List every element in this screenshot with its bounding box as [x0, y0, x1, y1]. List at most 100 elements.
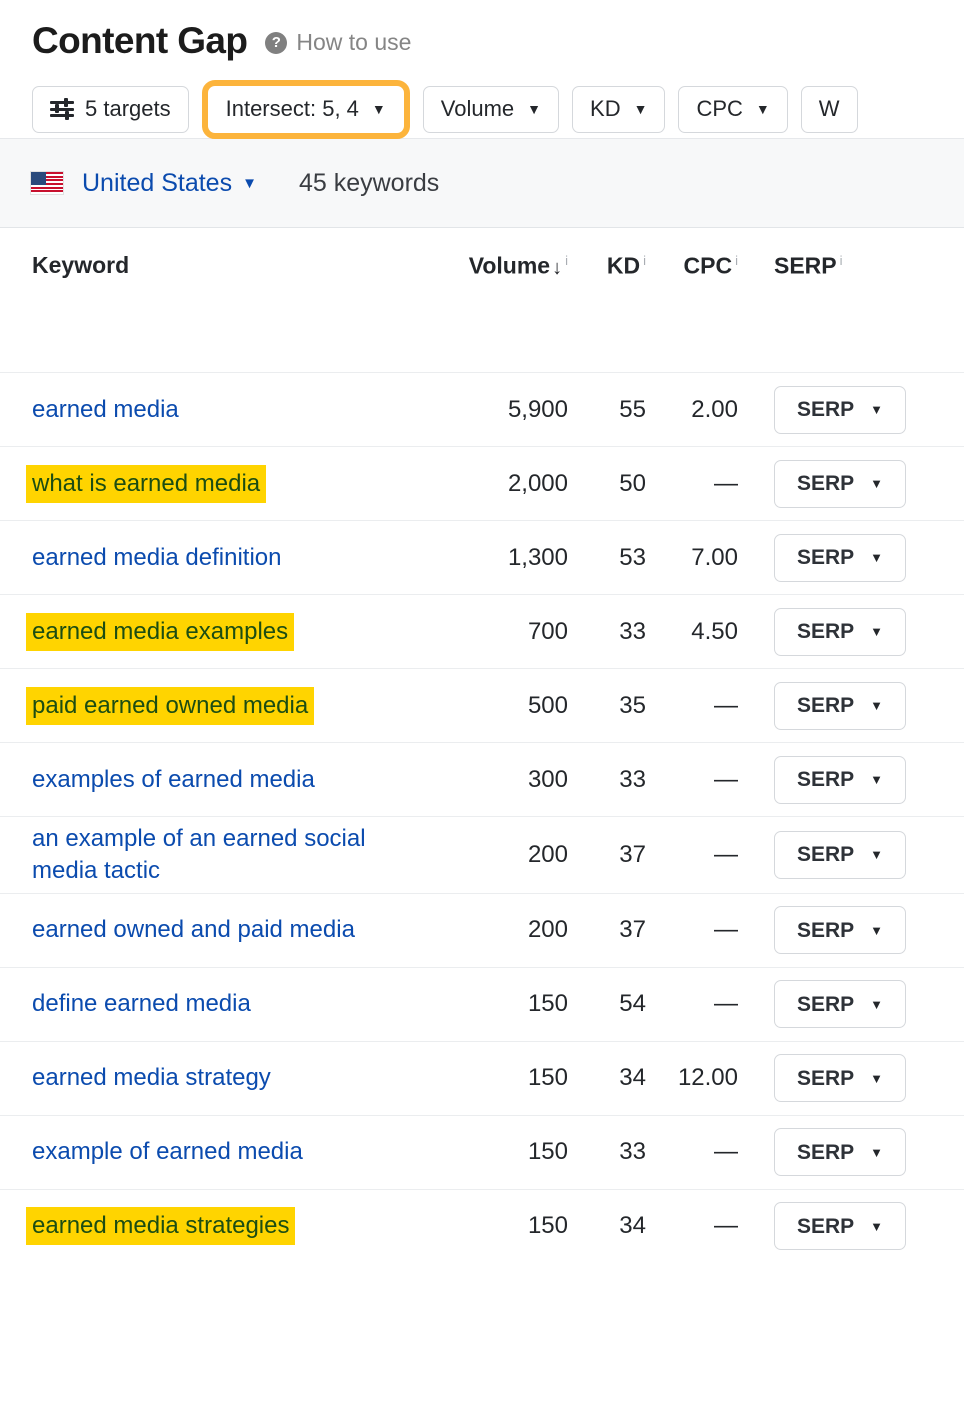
cpc-value: — — [646, 1140, 738, 1164]
serp-dropdown-button[interactable]: SERP▼ — [774, 831, 906, 879]
chevron-down-icon: ▼ — [870, 699, 883, 712]
kd-value: 33 — [568, 768, 646, 792]
table-row: earned media strategy1503412.00SERP▼ — [0, 1041, 964, 1115]
country-selector[interactable]: United States — [82, 171, 232, 196]
info-icon[interactable]: i — [840, 253, 843, 268]
cpc-filter-label: CPC — [696, 98, 742, 120]
serp-button-label: SERP — [797, 994, 854, 1015]
targets-button[interactable]: 5 targets — [32, 86, 189, 133]
cpc-value: — — [646, 992, 738, 1016]
keywords-table: Keyword Volume↓i KDi CPCi SERPi earned m… — [0, 228, 964, 1263]
cpc-value: 4.50 — [646, 620, 738, 644]
table-header-row: Keyword Volume↓i KDi CPCi SERPi — [0, 228, 964, 372]
keyword-link-highlighted[interactable]: earned media examples — [26, 613, 294, 651]
keyword-cell: earned owned and paid media — [0, 914, 410, 946]
keyword-cell: earned media — [0, 394, 410, 426]
kd-value: 55 — [568, 398, 646, 422]
kd-value: 34 — [568, 1214, 646, 1238]
kd-value: 35 — [568, 694, 646, 718]
keyword-link[interactable]: an example of an earned social media tac… — [32, 825, 366, 884]
chevron-down-icon: ▼ — [870, 1072, 883, 1085]
targets-button-label: 5 targets — [85, 98, 171, 120]
serp-dropdown-button[interactable]: SERP▼ — [774, 608, 906, 656]
kd-value: 37 — [568, 918, 646, 942]
keyword-link-highlighted[interactable]: what is earned media — [26, 465, 266, 503]
kd-value: 37 — [568, 843, 646, 867]
serp-cell: SERP▼ — [738, 460, 926, 508]
serp-dropdown-button[interactable]: SERP▼ — [774, 460, 906, 508]
truncated-filter-dropdown[interactable]: W — [801, 86, 858, 133]
serp-cell: SERP▼ — [738, 386, 926, 434]
kd-filter-dropdown[interactable]: KD ▼ — [572, 86, 665, 133]
keyword-link[interactable]: example of earned media — [32, 1138, 303, 1165]
keyword-link-highlighted[interactable]: earned media strategies — [26, 1207, 295, 1245]
volume-value: 150 — [410, 1066, 568, 1090]
chevron-down-icon: ▼ — [870, 998, 883, 1011]
intersect-dropdown[interactable]: Intersect: 5, 4 ▼ — [208, 86, 404, 133]
serp-cell: SERP ▼ — [738, 1128, 926, 1176]
chevron-down-icon: ▼ — [870, 848, 883, 861]
keyword-link[interactable]: earned media — [32, 396, 179, 423]
serp-dropdown-button[interactable]: SERP▼ — [774, 1202, 906, 1250]
cpc-value: — — [646, 768, 738, 792]
column-header-serp[interactable]: SERPi — [738, 254, 926, 278]
column-header-serp-label: SERP — [774, 253, 837, 279]
serp-button-label: SERP — [797, 1216, 854, 1237]
keyword-link-highlighted[interactable]: paid earned owned media — [26, 687, 314, 725]
column-header-keyword[interactable]: Keyword — [0, 254, 410, 277]
us-flag-icon — [30, 171, 64, 195]
chevron-down-icon: ▼ — [870, 1146, 883, 1159]
column-header-volume[interactable]: Volume↓i — [410, 254, 568, 278]
chevron-down-icon: ▼ — [870, 477, 883, 490]
keyword-cell: what is earned media — [0, 468, 410, 500]
table-row: earned media definition1,300537.00SERP▼ — [0, 520, 964, 594]
keyword-cell: examples of earned media — [0, 764, 410, 796]
serp-dropdown-button[interactable]: SERP ▼ — [774, 682, 906, 730]
serp-button-label: SERP — [797, 695, 854, 716]
volume-value: 150 — [410, 1214, 568, 1238]
keyword-link[interactable]: earned media strategy — [32, 1064, 271, 1091]
serp-dropdown-button[interactable]: SERP ▼ — [774, 980, 906, 1028]
keyword-link[interactable]: earned media definition — [32, 544, 282, 571]
keyword-link[interactable]: define earned media — [32, 990, 251, 1017]
table-row: earned media examples700334.50SERP▼ — [0, 594, 964, 668]
serp-dropdown-button[interactable]: SERP▼ — [774, 756, 906, 804]
table-row: an example of an earned social media tac… — [0, 816, 964, 893]
volume-value: 200 — [410, 843, 568, 867]
table-row: paid earned owned media50035—SERP▼ — [0, 668, 964, 742]
keyword-cell: example of earned media — [0, 1136, 410, 1168]
serp-cell: SERP▼ — [738, 906, 926, 954]
serp-button-label: SERP — [797, 1142, 854, 1163]
keyword-link[interactable]: earned owned and paid media — [32, 916, 355, 943]
how-to-use-link[interactable]: ? How to use — [265, 31, 411, 54]
chevron-down-icon: ▼ — [527, 102, 541, 116]
serp-dropdown-button[interactable]: SERP ▼ — [774, 1128, 906, 1176]
kd-value: 53 — [568, 546, 646, 570]
serp-button-label: SERP — [797, 399, 854, 420]
keyword-cell: an example of an earned social media tac… — [0, 823, 410, 887]
volume-filter-label: Volume — [441, 98, 514, 120]
volume-value: 1,300 — [410, 546, 568, 570]
column-header-kd[interactable]: KDi — [568, 254, 646, 278]
truncated-filter-label: W — [819, 98, 840, 120]
content-gap-page: Content Gap ? How to use 5 targets Inter… — [0, 0, 964, 1406]
table-row: examples of earned media30033—SERP▼ — [0, 742, 964, 816]
serp-dropdown-button[interactable]: SERP▼ — [774, 906, 906, 954]
chevron-down-icon[interactable]: ▼ — [242, 176, 257, 191]
serp-button-label: SERP — [797, 769, 854, 790]
serp-dropdown-button[interactable]: SERP▼ — [774, 534, 906, 582]
keyword-cell: earned media examples — [0, 616, 410, 648]
serp-dropdown-button[interactable]: SERP▼ — [774, 1054, 906, 1102]
table-row: earned media strategies15034—SERP▼ — [0, 1189, 964, 1263]
kd-value: 33 — [568, 1140, 646, 1164]
chevron-down-icon: ▼ — [870, 551, 883, 564]
volume-value: 5,900 — [410, 398, 568, 422]
table-row: earned owned and paid media20037—SERP▼ — [0, 893, 964, 967]
column-header-cpc[interactable]: CPCi — [646, 254, 738, 278]
cpc-value: — — [646, 843, 738, 867]
cpc-filter-dropdown[interactable]: CPC ▼ — [678, 86, 787, 133]
volume-filter-dropdown[interactable]: Volume ▼ — [423, 86, 559, 133]
keyword-link[interactable]: examples of earned media — [32, 766, 315, 793]
kd-value: 33 — [568, 620, 646, 644]
serp-dropdown-button[interactable]: SERP▼ — [774, 386, 906, 434]
